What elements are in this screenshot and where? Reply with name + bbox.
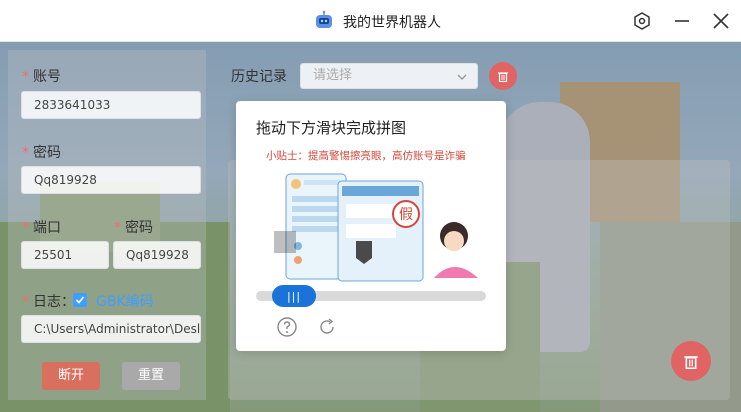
check-icon — [75, 296, 85, 304]
account-input[interactable]: 2833641033 — [21, 91, 201, 119]
fake-stamp: 假 — [399, 207, 413, 223]
port-label: * 端口 — [22, 220, 61, 236]
history-select[interactable]: 请选择 — [300, 63, 478, 89]
captcha-image: 小贴士：提高警惕擦亮眼，高仿账号是诈骗 假 — [256, 146, 486, 286]
captcha-banner: 小贴士：提高警惕擦亮眼，高仿账号是诈骗 — [266, 149, 466, 162]
gbk-encoding-link[interactable]: GBK编码 — [96, 291, 154, 311]
password2-label: * 密码 — [114, 220, 153, 236]
path-input[interactable]: C:\Users\Administrator\Desl — [21, 315, 201, 343]
settings-icon[interactable] — [631, 10, 653, 32]
window-title: 我的世界机器人 — [343, 15, 441, 31]
captcha-title: 拖动下方滑块完成拼图 — [256, 119, 407, 137]
log-label: * 日志： — [22, 294, 75, 310]
trash-icon — [498, 72, 508, 82]
history-delete-button[interactable] — [489, 62, 517, 90]
password-input[interactable]: Qq819928 — [21, 166, 201, 194]
select-placeholder: 请选择 — [313, 68, 353, 83]
minimize-icon[interactable] — [671, 10, 693, 32]
clear-log-button[interactable] — [671, 341, 711, 381]
port-input[interactable]: 25501 — [21, 241, 109, 269]
close-icon[interactable] — [710, 10, 732, 32]
slider-thumb[interactable]: ||| — [272, 285, 316, 307]
history-label: 历史记录 — [231, 69, 287, 85]
disconnect-button[interactable]: 断开 — [42, 362, 100, 390]
captcha-dialog: 拖动下方滑块完成拼图 小贴士：提高警惕擦亮眼，高仿账号是诈骗 假 ||| — [236, 101, 506, 351]
log-checkbox[interactable] — [73, 293, 87, 307]
account-label: * 账号 — [22, 69, 61, 85]
refresh-icon[interactable] — [316, 316, 338, 338]
title-bar: 我的世界机器人 — [0, 0, 741, 42]
app-header: 我的世界机器人 — [313, 10, 441, 34]
trash-icon — [684, 356, 698, 369]
reset-button[interactable]: 重置 — [122, 362, 180, 390]
password2-input[interactable]: Qq819928 — [113, 241, 201, 269]
chevron-down-icon — [455, 69, 469, 93]
password-label: * 密码 — [22, 145, 61, 161]
question-circle-icon[interactable] — [276, 316, 298, 338]
robot-icon — [313, 10, 335, 34]
